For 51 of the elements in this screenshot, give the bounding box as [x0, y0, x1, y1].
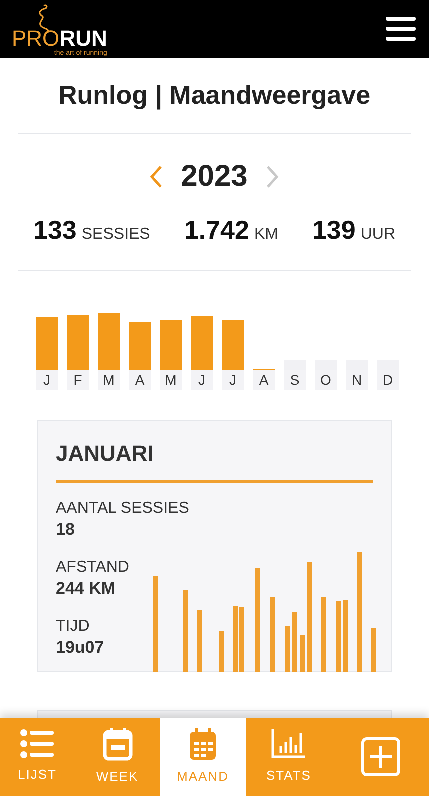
daily-bar: [219, 631, 224, 672]
page-title: Runlog | Maandweergave: [58, 79, 371, 112]
daily-bar: [285, 626, 290, 672]
calendar-icon: [188, 727, 218, 762]
month-label[interactable]: J: [36, 370, 58, 390]
stat-label: AANTAL SESSIES: [56, 499, 190, 519]
card-title: JANUARI: [56, 437, 373, 483]
total-unit: UUR: [360, 225, 396, 245]
daily-bar: [336, 601, 341, 672]
month-label[interactable]: A: [129, 370, 151, 390]
month-label[interactable]: A: [253, 370, 275, 390]
month-bar[interactable]: [98, 313, 120, 370]
month-bar[interactable]: [67, 315, 89, 370]
menu-icon[interactable]: [385, 15, 417, 43]
calendar-icon: [102, 727, 132, 762]
total-unit: KM: [254, 225, 278, 245]
month-label[interactable]: S: [284, 370, 306, 390]
month-label[interactable]: F: [67, 370, 89, 390]
stat-label: TIJD: [56, 617, 90, 637]
total-value: 133: [33, 214, 77, 247]
month-label[interactable]: M: [160, 370, 182, 390]
month-label[interactable]: N: [346, 370, 368, 390]
stat-value: 19u07: [56, 637, 104, 659]
total-value: 1.742: [184, 214, 250, 247]
month-label[interactable]: O: [315, 370, 337, 390]
total-value: 139: [312, 214, 356, 247]
stat-value: 244 KM: [56, 578, 116, 600]
stat-label: AFSTAND: [56, 558, 130, 578]
logo[interactable]: PRORUN: [12, 28, 108, 50]
month-label[interactable]: J: [191, 370, 213, 390]
add-icon: [360, 737, 400, 777]
year-label: 2023: [181, 159, 248, 195]
daily-bar: [292, 612, 297, 672]
daily-bar: [300, 635, 305, 672]
month-bar[interactable]: [36, 317, 58, 370]
month-bar[interactable]: [129, 322, 151, 370]
bar-chart-icon: [271, 728, 307, 760]
daily-bar: [197, 610, 202, 672]
daily-bar: [343, 600, 348, 672]
previous-icon[interactable]: [149, 164, 164, 188]
month-bar[interactable]: [191, 316, 213, 370]
month-bar[interactable]: [160, 320, 182, 370]
add-button[interactable]: [332, 718, 429, 796]
stat-value: 18: [56, 519, 75, 541]
month-label[interactable]: M: [98, 370, 120, 390]
month-label[interactable]: J: [222, 370, 244, 390]
month-label[interactable]: D: [377, 370, 399, 390]
month-bar[interactable]: [222, 320, 244, 370]
list-icon: [20, 729, 56, 760]
daily-bar: [371, 628, 376, 672]
total-unit: SESSIES: [82, 225, 150, 245]
